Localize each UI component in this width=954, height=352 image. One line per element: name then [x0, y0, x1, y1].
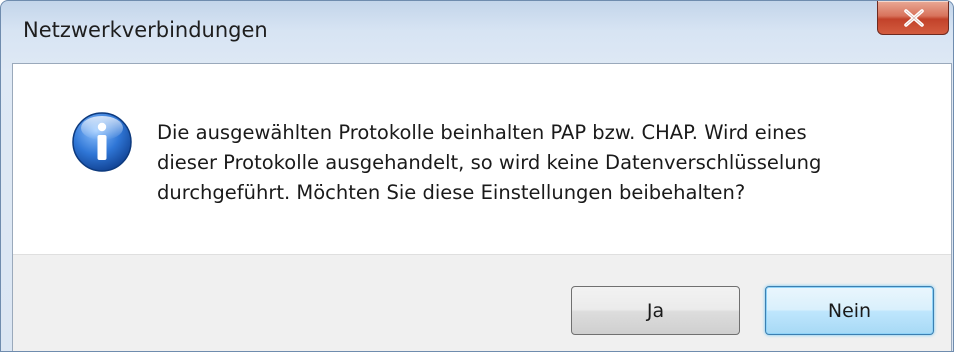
no-button[interactable]: Nein [765, 286, 934, 335]
yes-button[interactable]: Ja [571, 286, 740, 335]
dialog-window: Netzwerkverbindungen Die ausgewählten Pr… [0, 0, 954, 352]
window-title: Netzwerkverbindungen [23, 18, 268, 42]
dialog-client-area: Die ausgewählten Protokolle beinhalten P… [12, 63, 952, 351]
title-bar[interactable]: Netzwerkverbindungen [1, 1, 953, 63]
dialog-message: Die ausgewählten Protokolle beinhalten P… [157, 121, 822, 204]
message-area: Die ausgewählten Protokolle beinhalten P… [13, 64, 951, 254]
info-icon [71, 111, 133, 173]
close-icon [904, 9, 924, 27]
close-button[interactable] [877, 1, 949, 35]
button-bar: Ja Nein [13, 254, 951, 351]
